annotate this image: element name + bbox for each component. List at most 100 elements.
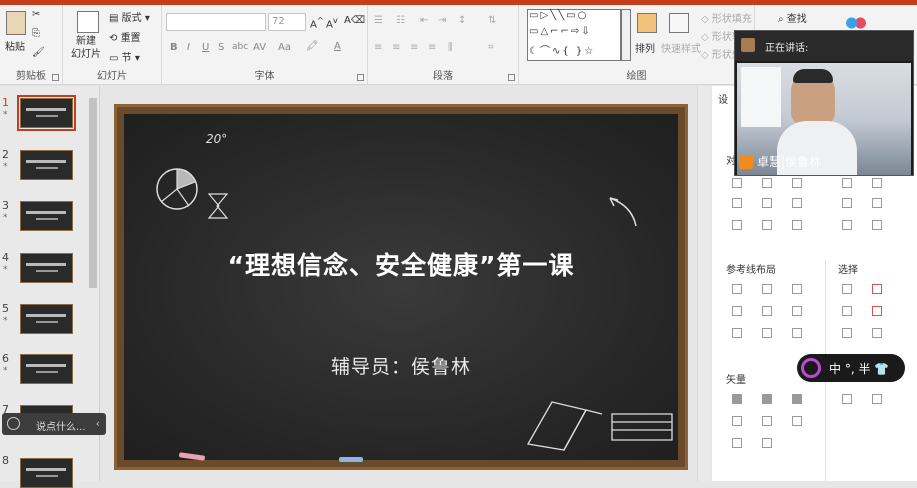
chat-collapse-icon[interactable]: ‹ [96,417,100,430]
copy-icon[interactable]: ⎘ [32,28,40,39]
font-name-box[interactable] [166,13,266,31]
section-button[interactable]: ▭ 节 ▾ [109,49,140,64]
bring-front-icon[interactable] [842,198,852,208]
intersect-icon[interactable] [732,416,742,426]
text-to-shape-icon[interactable] [732,438,742,448]
paste-icon[interactable] [6,11,26,35]
edit-points-icon[interactable] [792,416,802,426]
group-icon[interactable] [792,220,802,230]
align-left-icon[interactable]: ≡ [374,42,382,53]
shadow-button[interactable]: abc [232,42,248,52]
italic-button[interactable]: I [187,42,190,53]
columns-icon[interactable]: ⫼ [448,42,453,53]
slide-thumbnail[interactable] [20,150,73,180]
guide-mid-icon[interactable] [762,306,772,316]
grow-font-icon[interactable]: A^ [310,15,324,30]
distribute-h-icon[interactable] [732,220,742,230]
quick-styles-icon[interactable] [669,13,689,33]
shape-fill-button[interactable]: ◇ 形状填充 [701,10,752,25]
fragment-icon[interactable] [792,394,802,404]
highlight-icon[interactable]: 🖍 [306,41,319,52]
new-slide-button[interactable]: 新建 幻灯片 [71,35,101,61]
size-icon[interactable] [842,220,852,230]
slide-thumbnail[interactable] [20,201,73,231]
slide-thumbnail[interactable] [20,304,73,334]
thumbnails-scroll-thumb[interactable] [89,98,97,288]
align-center-icon[interactable] [762,178,772,188]
slide-title[interactable]: “理想信念、安全健康”第一课 [124,246,678,282]
union-icon[interactable] [732,394,742,404]
align-top-icon[interactable] [732,198,742,208]
guide-top-icon[interactable] [732,306,742,316]
char-spacing-button[interactable]: AV [253,42,266,53]
reset-button[interactable]: ⟲ 重置 [109,29,141,44]
layout-button[interactable]: ▤ 版式 ▾ [109,9,150,24]
bold-button[interactable]: B [170,42,178,53]
slide-subtitle[interactable]: 辅导员：侯鲁林 [124,352,678,379]
convert-icon[interactable] [762,438,772,448]
combine-icon[interactable] [762,394,772,404]
canvas-scrollbar[interactable] [697,86,711,481]
numbering-icon[interactable]: ☷ [396,15,405,26]
select-same-icon[interactable] [872,284,882,294]
smartart-icon[interactable]: ⌗ [488,42,494,53]
format-painter-icon[interactable]: 🖌 [32,47,45,58]
clear-format-icon[interactable]: A⌫ [344,15,365,26]
align-right-icon[interactable]: ≡ [410,42,418,53]
rotate-icon[interactable] [842,178,852,188]
paste-button[interactable]: 粘贴 [5,38,25,53]
cut-icon[interactable]: ✂ [32,9,40,20]
guide-left-icon[interactable] [732,284,742,294]
slide-thumbnail[interactable] [20,253,73,283]
underline-button[interactable]: U [202,42,209,53]
find-button[interactable]: ⌕ 查找 [778,10,807,25]
change-case-button[interactable]: Aa [278,42,291,53]
flip-icon[interactable] [872,178,882,188]
slide-thumbnail[interactable] [17,95,76,131]
select-back-icon[interactable] [842,328,852,338]
guide-right-icon[interactable] [792,284,802,294]
guide-center-icon[interactable] [762,284,772,294]
select-pointer-icon[interactable] [872,306,882,316]
strikethrough-button[interactable]: S [218,42,224,53]
shapes-scroll[interactable] [621,9,631,61]
new-slide-icon[interactable] [77,11,99,33]
chat-emoji-icon[interactable] [7,417,20,430]
increase-indent-icon[interactable]: ⇥ [438,15,446,26]
font-color-icon[interactable]: A [334,41,341,52]
meeting-video-window[interactable]: 正在讲话: 卓慧|侯鲁林 [734,30,914,176]
paragraph-launcher[interactable] [508,74,515,81]
shrink-font-icon[interactable]: Av [326,15,338,30]
guide-bottom-icon[interactable] [792,306,802,316]
decrease-indent-icon[interactable]: ⇤ [420,15,428,26]
paste-style-icon[interactable] [872,394,882,404]
justify-icon[interactable]: ≡ [428,42,436,53]
align-bottom-icon[interactable] [792,198,802,208]
slide-thumbnail[interactable] [20,458,73,488]
subtract-icon[interactable] [762,416,772,426]
select-front-icon[interactable] [842,306,852,316]
align-middle-icon[interactable] [762,198,772,208]
distribute-v-icon[interactable] [762,220,772,230]
font-size-box[interactable]: 72 [268,13,306,31]
bullets-icon[interactable]: ☰ [374,15,383,26]
guide-fit-icon[interactable] [792,328,802,338]
arrange-icon[interactable] [637,13,657,33]
crop-icon[interactable] [872,220,882,230]
quick-styles-button[interactable]: 快速样式 [661,40,701,55]
font-launcher[interactable] [357,74,364,81]
ime-toolbar[interactable]: 中 °, 半 👕 [797,354,905,382]
guide-height-icon[interactable] [762,328,772,338]
send-back-icon[interactable] [872,198,882,208]
align-left-icon[interactable] [732,178,742,188]
clipboard-launcher[interactable] [52,74,59,81]
line-spacing-icon[interactable]: ↕ [458,15,466,26]
guide-width-icon[interactable] [732,328,742,338]
text-direction-icon[interactable]: ⇅ [488,15,496,26]
align-center-icon[interactable]: ≡ [392,42,400,53]
align-right-icon[interactable] [792,178,802,188]
slide-thumbnail[interactable] [20,354,73,384]
select-pane-icon[interactable] [872,328,882,338]
chat-input-bar[interactable]: 说点什么... ‹ [2,413,106,435]
arrange-button[interactable]: 排列 [635,40,655,55]
